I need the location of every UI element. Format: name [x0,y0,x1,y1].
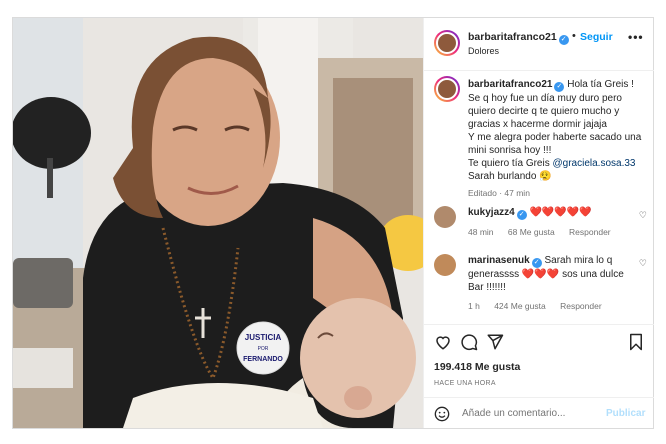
caption-text: barbaritafranco21 ✓ Hola tía Greis ! Se q… [468,78,648,200]
like-comment-icon[interactable]: ♡ [639,258,647,269]
badge-text-2: POR [258,346,269,352]
caption-line-4: Te quiero tía Greis [468,158,550,169]
caption-line-3: Y me alegra poder haberte sacado una min… [468,132,642,156]
caption-time: 47 min [504,188,530,198]
heart-emojis: ❤️❤️❤️❤️❤️ [529,207,592,218]
comment-time: 1 h [468,301,480,311]
comment-likes[interactable]: 68 Me gusta [508,227,555,237]
reply-button[interactable]: Responder [569,227,611,237]
caption-avatar[interactable] [434,76,460,102]
commenter-avatar[interactable] [434,254,456,276]
emoji-icon[interactable] [434,406,450,422]
comment-meta: 48 min 68 Me gusta Responder [468,226,633,239]
follow-button[interactable]: Seguir [580,31,613,43]
caption-line-2: Se q hoy fue un día muy duro pero quiero… [468,93,622,130]
likes-count[interactable]: 199.418 Me gusta [434,361,520,373]
add-comment-bar: Publicar [424,397,654,429]
comment-bubble-icon[interactable] [460,333,478,351]
caption-mention[interactable]: @graciela.sosa.33 [553,158,636,169]
comment-body: kukyjazz4 ✓ ❤️❤️❤️❤️❤️ 48 min 68 Me gusta… [468,206,633,239]
commenter-username[interactable]: marinasenuk [468,255,530,266]
caption-line-1: Hola tía Greis ! [567,79,634,90]
like-comment-icon[interactable]: ♡ [639,210,647,221]
action-row [434,333,646,355]
comment-likes[interactable]: 424 Me gusta [494,301,546,311]
verified-icon: ✓ [531,258,542,268]
badge-text-3: FERNANDO [243,356,283,363]
caption-signoff: Sarah burlando [468,171,537,182]
post-sidebar: barbaritafranco21 ✓ • Seguir Dolores ••• … [423,18,654,428]
verified-icon: ✓ [558,35,569,45]
post-location[interactable]: Dolores [468,46,499,56]
caption-username[interactable]: barbaritafranco21 [468,79,552,90]
post-header: barbaritafranco21 ✓ • Seguir Dolores ••• [424,18,654,71]
verified-icon: ✓ [554,82,565,92]
instagram-post: JUSTICIA POR FERNANDO barbaritafranco21 ✓… [12,17,654,429]
reply-button[interactable]: Responder [560,301,602,311]
post-photo[interactable]: JUSTICIA POR FERNANDO [13,18,423,428]
like-heart-icon[interactable] [434,333,452,351]
dot-separator: • [572,30,576,42]
commenter-avatar[interactable] [434,206,456,228]
share-send-icon[interactable] [486,333,504,351]
author-username-text[interactable]: barbaritafranco21 [468,31,557,43]
more-options-icon[interactable]: ••• [628,30,644,44]
comment-body: marinasenuk ✓ Sarah mira lo q generassss … [468,254,633,313]
badge-text-1: JUSTICIA [245,333,282,342]
author-avatar[interactable] [434,30,460,56]
edited-label: Editado [468,188,497,198]
verified-icon: ✓ [516,210,527,220]
caption-meta: Editado · 47 min [468,188,530,198]
commenter-username[interactable]: kukyjazz4 [468,207,515,218]
author-username[interactable]: barbaritafranco21 ✓ [468,31,569,45]
comment-input[interactable] [462,408,602,419]
bookmark-icon[interactable] [628,333,644,351]
face-icon: 😮‍💨 [539,171,552,182]
heart-emojis: ❤️❤️❤️ [521,269,560,280]
posted-time: HACE UNA HORA [434,380,496,387]
post-actions: 199.418 Me gusta HACE UNA HORA Publicar [424,324,654,428]
comment-time: 48 min [468,227,494,237]
comment-meta: 1 h 424 Me gusta Responder [468,300,633,313]
publish-button[interactable]: Publicar [606,408,645,419]
photo-illustration: JUSTICIA POR FERNANDO [13,18,423,428]
